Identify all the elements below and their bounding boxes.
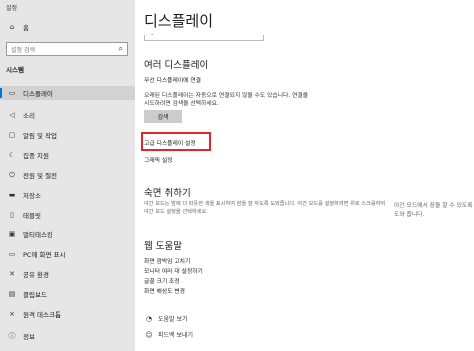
sidebar-item-label: 공유 환경 <box>23 271 49 279</box>
help-icon: ◔ <box>145 314 153 323</box>
sidebar-item-label: 디스플레이 <box>23 90 53 98</box>
web-help-heading: 웹 도움말 <box>144 241 182 252</box>
page-title: 디스플레이 <box>144 12 214 30</box>
storage-icon: ▬ <box>8 191 16 199</box>
feedback-label: 피드백 보내기 <box>158 332 194 339</box>
sidebar-item-shared[interactable]: ✕ 공유 환경 <box>0 267 135 281</box>
sidebar-item-label: 정보 <box>23 333 35 341</box>
notification-icon: ▢ <box>8 131 16 139</box>
sidebar-item-tablet[interactable]: ▯ 태블릿 <box>0 208 135 222</box>
sidebar-item-clipboard[interactable]: ▤ 클립보드 <box>0 287 135 301</box>
sidebar-item-storage[interactable]: ▬ 저장소 <box>0 188 135 202</box>
sidebar-item-display[interactable]: ▭ 디스플레이 <box>0 86 135 100</box>
moon-icon: ☾ <box>8 151 16 159</box>
sidebar-item-about[interactable]: ⓘ 정보 <box>0 329 135 343</box>
help-link-font-size[interactable]: 글꼴 크기 조정 <box>144 276 180 285</box>
get-help-label: 도움말 보기 <box>158 316 188 323</box>
sidebar: 설정 ⌂ 홈 설정 검색 ⌕ 시스템 ▭ 디스플레이 ◁ 소리 ▢ 알림 및 작… <box>0 0 135 351</box>
clipboard-icon: ▤ <box>8 290 16 298</box>
sidebar-item-remote[interactable]: ⨯ 원격 데스크톱 <box>0 307 135 321</box>
monitor-icon: ▭ <box>8 89 16 97</box>
search-icon: ⌕ <box>118 44 123 53</box>
home-icon: ⌂ <box>9 23 15 31</box>
search-input[interactable]: 설정 검색 ⌕ <box>6 42 128 56</box>
sidebar-item-notifications[interactable]: ▢ 알림 및 작업 <box>0 128 135 142</box>
multitask-icon: ▣ <box>8 230 16 238</box>
sidebar-item-sound[interactable]: ◁ 소리 <box>0 108 135 122</box>
multi-display-heading: 여러 디스플레이 <box>144 60 209 71</box>
window-title: 설정 <box>6 5 18 12</box>
sidebar-item-project[interactable]: ▭ PC에 화면 표시 <box>0 247 135 261</box>
sidebar-item-label: 저장소 <box>23 192 41 200</box>
help-link-flicker[interactable]: 화면 깜박임 고치기 <box>144 256 190 265</box>
remote-icon: ⨯ <box>9 310 15 318</box>
graphics-settings-link[interactable]: 그래픽 설정 <box>144 155 173 164</box>
feedback-icon: ☺ <box>145 330 153 339</box>
sidebar-item-label: 전원 및 절전 <box>23 172 58 180</box>
search-placeholder: 설정 검색 <box>11 46 35 54</box>
sidebar-item-label: 멀티태스킹 <box>23 231 53 239</box>
shared-icon: ✕ <box>9 270 15 278</box>
scroll-hint: - <box>151 31 154 38</box>
advanced-display-settings-link[interactable]: 고급 디스플레이 설정 <box>144 138 196 147</box>
info-icon: ⓘ <box>8 332 16 340</box>
section-title: 시스템 <box>6 66 24 74</box>
sleep-desc: 야간 모드는 밤에 더 따뜻한 색을 표시하여 잠을 잘 자도록 도와줍니다. … <box>144 201 386 215</box>
sidebar-item-label: 소리 <box>23 112 35 120</box>
sidebar-item-multitasking[interactable]: ▣ 멀티태스킹 <box>0 227 135 241</box>
sidebar-item-power[interactable]: ⏻ 전원 및 절전 <box>0 168 135 182</box>
sidebar-item-label: 알림 및 작업 <box>23 132 58 140</box>
sidebar-item-label: 집중 지원 <box>23 152 49 160</box>
home-label: 홈 <box>23 24 29 32</box>
sidebar-item-focus[interactable]: ☾ 집중 지원 <box>0 148 135 162</box>
main-content: 디스플레이 - 여러 디스플레이 무선 디스플레이에 연결 오래된 디스플레이는… <box>135 0 474 351</box>
sleep-side-text: 야간 모드에서 잠을 잘 수 있도록 도와 줍니다. <box>394 203 473 218</box>
sidebar-item-label: PC에 화면 표시 <box>23 251 66 259</box>
project-icon: ▭ <box>8 250 16 258</box>
detect-button[interactable]: 검색 <box>144 110 182 123</box>
sidebar-item-label: 원격 데스크톱 <box>23 311 61 319</box>
tablet-icon: ▯ <box>10 211 14 219</box>
feedback-link[interactable]: ☺ 피드백 보내기 <box>144 330 194 340</box>
help-link-resolution[interactable]: 화면 해상도 변경 <box>144 286 185 295</box>
speaker-icon: ◁ <box>9 111 15 119</box>
sidebar-item-label: 클립보드 <box>23 291 47 299</box>
scrolled-control-edge: - <box>144 31 264 41</box>
wireless-display-link[interactable]: 무선 디스플레이에 연결 <box>144 75 201 84</box>
home-nav[interactable]: ⌂ 홈 <box>0 20 135 34</box>
power-icon: ⏻ <box>9 170 15 179</box>
get-help-link[interactable]: ◔ 도움말 보기 <box>144 314 188 324</box>
sidebar-item-label: 태블릿 <box>23 212 41 220</box>
multi-display-desc-2: 시도하려면 검색을 선택하세요. <box>144 101 219 107</box>
sleep-heading: 숙면 취하기 <box>144 188 191 199</box>
help-link-multi-monitor[interactable]: 모니터 여러 대 설정하기 <box>144 266 203 275</box>
